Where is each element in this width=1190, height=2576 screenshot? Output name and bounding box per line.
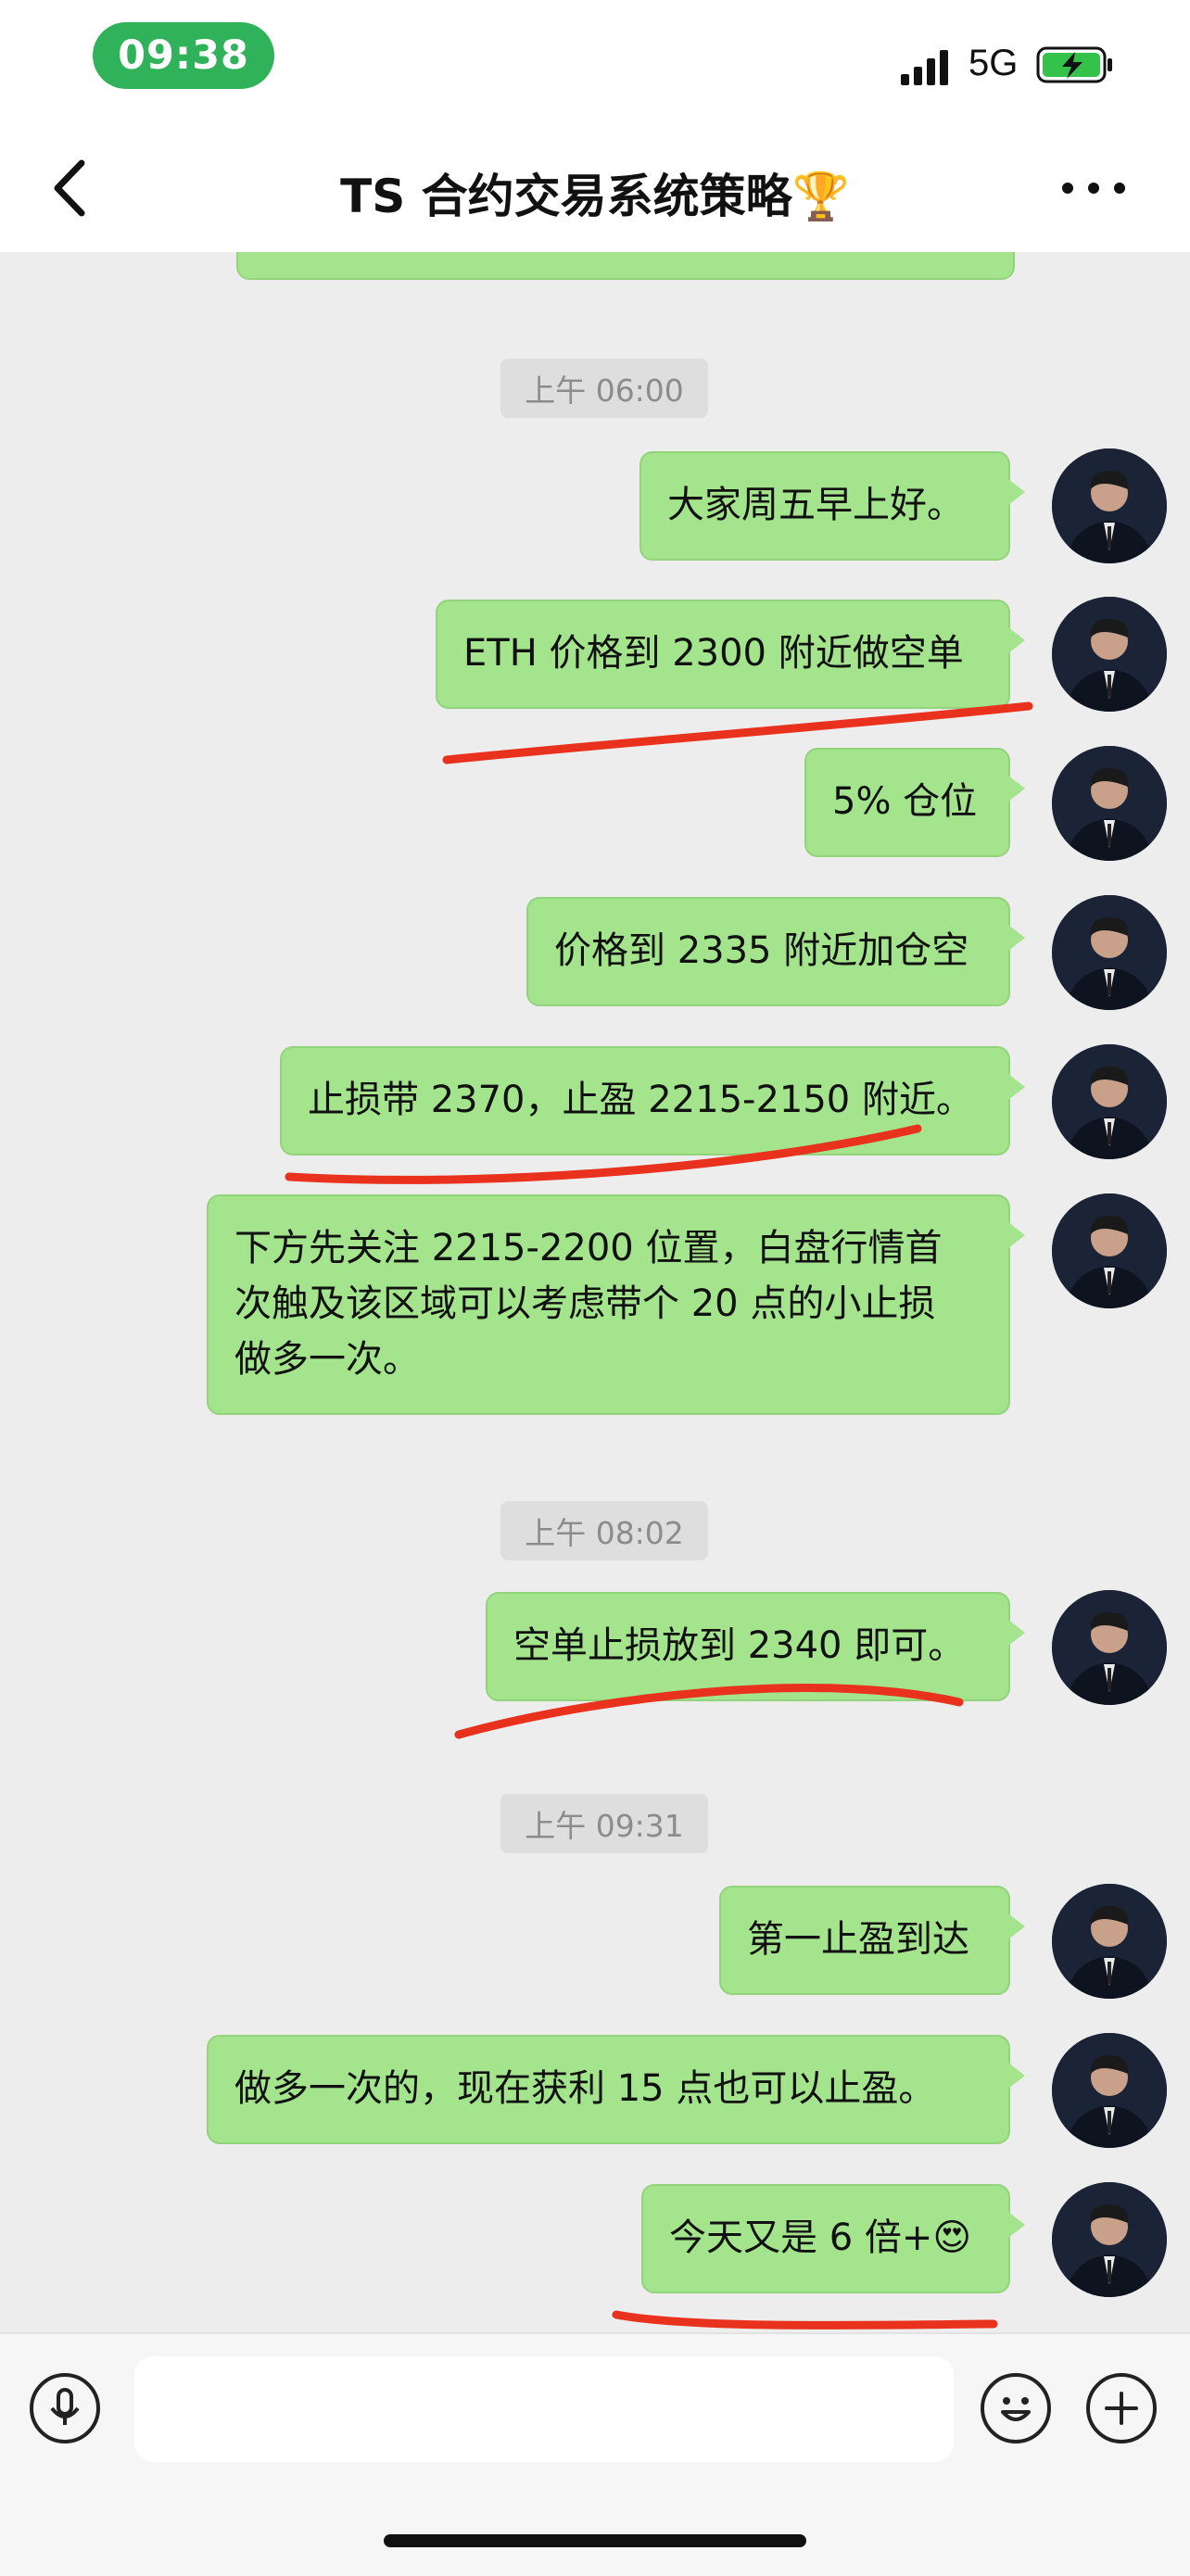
more-icon[interactable]	[1057, 165, 1131, 211]
red-underline	[612, 2310, 998, 2330]
avatar[interactable]	[1052, 1193, 1167, 1308]
message-line: 次触及该区域可以考虑带个 20 点的小止损	[234, 1282, 936, 1325]
plus-button[interactable]	[1086, 2373, 1157, 2443]
message-bubble[interactable]: 做多一次的，现在获利 15 点也可以止盈。	[207, 2035, 1025, 2144]
emoji-icon	[1001, 2397, 1031, 2421]
timestamp: 上午 08:02	[500, 1501, 708, 1560]
top-bar: 09:38 5G TS 合约交易系统策略🏆	[0, 0, 1190, 252]
avatar[interactable]	[1052, 1884, 1167, 1999]
avatar[interactable]	[1052, 895, 1167, 1010]
message-bubble[interactable]: 大家周五早上好。	[639, 451, 1025, 561]
message-bubble[interactable]: ETH 价格到 2300 附近做空单	[436, 600, 1025, 709]
avatar[interactable]	[1052, 2033, 1167, 2148]
message-bubble[interactable]: 止损带 2370，止盈 2215-2150 附近。	[280, 1046, 1025, 1155]
message-bubble[interactable]: 第一止盈到达	[719, 1886, 1025, 1995]
signal-icon	[901, 50, 948, 85]
message-input[interactable]	[134, 2356, 954, 2462]
home-indicator	[384, 2534, 806, 2547]
message-bubble[interactable]: 价格到 2335 附近加仓空	[526, 897, 1025, 1006]
message-bubble[interactable]: 今天又是 6 倍+😍	[641, 2184, 1025, 2293]
network-type: 5G	[968, 43, 1019, 83]
message-line: 下方先关注 2215-2200 位置，白盘行情首	[234, 1227, 943, 1269]
avatar[interactable]	[1052, 2182, 1167, 2297]
chat-messages: 上午 06:00 大家周五早上好。 ETH 价格到 2300 附近做空单 5% …	[0, 252, 1190, 2332]
voice-icon	[50, 2388, 80, 2425]
status-time: 09:38	[93, 22, 274, 89]
message-bubble[interactable]: 5% 仓位	[804, 748, 1025, 857]
avatar[interactable]	[1052, 448, 1167, 563]
message-bubble[interactable]: 空单止损放到 2340 即可。	[486, 1592, 1025, 1701]
avatar[interactable]	[1052, 1044, 1167, 1159]
emoji-button[interactable]	[981, 2373, 1051, 2443]
avatar[interactable]	[1052, 597, 1167, 712]
avatar[interactable]	[1052, 1590, 1167, 1705]
message-line: 做多一次。	[234, 1338, 420, 1381]
chat-title: TS 合约交易系统策略🏆	[340, 170, 850, 223]
plus-icon	[1105, 2392, 1138, 2425]
message-bubble-partial[interactable]	[236, 252, 1015, 280]
avatar[interactable]	[1052, 746, 1167, 861]
voice-button[interactable]	[30, 2373, 100, 2443]
message-bubble-multiline[interactable]: 下方先关注 2215-2200 位置，白盘行情首 次触及该区域可以考虑带个 20…	[207, 1194, 1025, 1415]
battery-charging-icon	[1036, 46, 1112, 83]
timestamp: 上午 09:31	[500, 1794, 708, 1853]
timestamp: 上午 06:00	[500, 359, 708, 418]
